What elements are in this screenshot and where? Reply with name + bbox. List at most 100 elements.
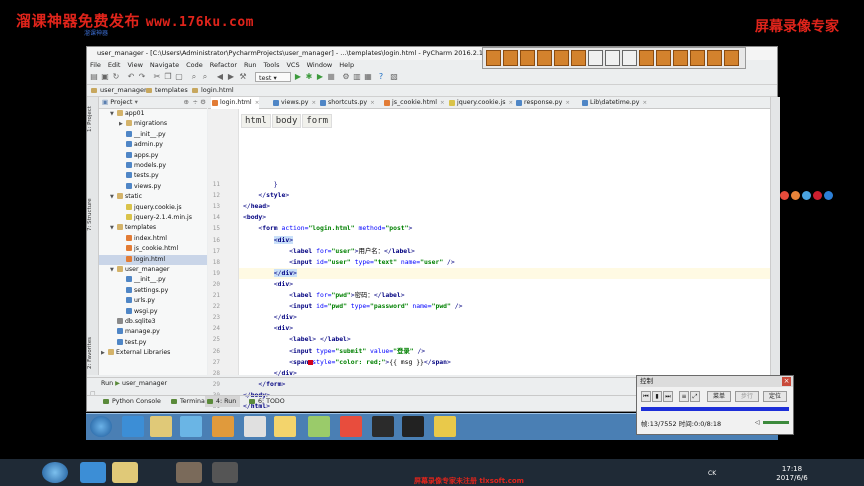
tree-item[interactable]: login.html: [99, 254, 207, 265]
menu-help[interactable]: Help: [339, 61, 354, 69]
chevron-down-icon[interactable]: ▼: [110, 265, 117, 275]
code-line[interactable]: <div>: [243, 323, 293, 334]
code-line[interactable]: </style>: [243, 190, 289, 201]
close-tab-icon[interactable]: ×: [440, 100, 445, 106]
edit-icon[interactable]: [554, 50, 569, 66]
menu-button[interactable]: 菜单: [707, 391, 731, 402]
tool-tab-project[interactable]: 1: Project: [87, 105, 98, 133]
html-path-item[interactable]: form: [302, 114, 333, 128]
host-clock[interactable]: 17:18 2017/6/6: [770, 465, 814, 483]
region-icon[interactable]: [673, 50, 688, 66]
frame-icon[interactable]: [656, 50, 671, 66]
notepad-taskbar-icon[interactable]: [308, 416, 330, 437]
pycharm-taskbar-icon[interactable]: [372, 416, 394, 437]
run-panel-config[interactable]: user_manager: [122, 380, 167, 387]
code-editor[interactable]: 1112131415161718192021222324252627282930…: [208, 109, 833, 410]
code-line[interactable]: <form action="login.html" method="post">: [243, 223, 412, 234]
close-icon[interactable]: ×: [782, 377, 791, 386]
step-button[interactable]: 步行: [735, 391, 759, 402]
tree-item[interactable]: urls.py: [99, 296, 207, 306]
copy-icon[interactable]: ❐: [164, 73, 172, 81]
stop-icon[interactable]: [520, 50, 535, 66]
menu-tools[interactable]: Tools: [263, 61, 279, 69]
tree-item[interactable]: tests.py: [99, 171, 207, 181]
cut-icon[interactable]: ✂: [153, 73, 161, 81]
pause-icon[interactable]: ▮: [652, 391, 662, 402]
help-icon[interactable]: [707, 50, 722, 66]
time-icon[interactable]: [605, 50, 620, 66]
ime-indicator[interactable]: CK: [708, 470, 716, 477]
chevron-right-icon[interactable]: ▶: [101, 348, 108, 358]
target-icon[interactable]: ⊕: [184, 97, 189, 108]
menu-file[interactable]: File: [90, 61, 101, 69]
tree-item[interactable]: ▼ app01: [99, 109, 207, 119]
tree-item[interactable]: apps.py: [99, 151, 207, 161]
volume-icon[interactable]: ◁: [755, 419, 760, 426]
code-line[interactable]: <input id="user" type="text" name="user"…: [243, 257, 455, 268]
save-icon[interactable]: ▣: [101, 73, 109, 81]
breadcrumb-item[interactable]: login.html: [191, 85, 234, 96]
close-tab-icon[interactable]: ×: [255, 100, 260, 106]
tree-item[interactable]: index.html: [99, 234, 207, 244]
editor-tab[interactable]: views.py ×: [272, 97, 316, 108]
menu-edit[interactable]: Edit: [108, 61, 121, 69]
code-line[interactable]: <label> </label>: [243, 334, 351, 345]
code-line[interactable]: <input id="pwd" type="password" name="pw…: [243, 301, 462, 312]
locate-button[interactable]: 定位: [763, 391, 787, 402]
tool-icon[interactable]: ▧: [390, 73, 398, 81]
zoom-icon[interactable]: [622, 50, 637, 66]
code-line[interactable]: }: [243, 179, 278, 190]
chevron-down-icon[interactable]: ▼: [110, 192, 117, 202]
cursor-icon[interactable]: [690, 50, 705, 66]
host-start-button-icon[interactable]: [42, 462, 68, 483]
breadcrumb-item[interactable]: user_manager: [90, 85, 147, 96]
camera-icon[interactable]: [537, 50, 552, 66]
tool-tab-database[interactable]: [771, 163, 782, 187]
editor-tab[interactable]: js_cookie.html ×: [383, 97, 445, 108]
window-icon[interactable]: [639, 50, 654, 66]
editor-tab[interactable]: Lib\datetime.py ×: [581, 97, 647, 108]
tree-item[interactable]: ▼ templates: [99, 223, 207, 233]
tree-item[interactable]: ▼ user_manager: [99, 265, 207, 275]
project-panel-title[interactable]: Project: [110, 98, 132, 106]
explorer-taskbar-icon[interactable]: [150, 416, 172, 437]
replace-icon[interactable]: ⌕: [201, 73, 209, 81]
chevron-down-icon[interactable]: ▼: [110, 223, 117, 233]
firefox-icon[interactable]: [791, 191, 800, 200]
stop-icon[interactable]: ■: [327, 73, 335, 81]
editor-tab[interactable]: jquery.cookie.js ×: [448, 97, 513, 108]
code-line[interactable]: </head>: [243, 201, 270, 212]
gear-icon[interactable]: ⚙: [200, 97, 206, 108]
forward-icon[interactable]: ▶: [227, 73, 235, 81]
find-icon[interactable]: ⌕: [190, 73, 198, 81]
run-config-select[interactable]: test ▾: [255, 72, 291, 82]
app-taskbar-icon[interactable]: [180, 416, 202, 437]
settings-icon[interactable]: [571, 50, 586, 66]
code-line[interactable]: <body>: [243, 212, 266, 223]
tree-item[interactable]: models.py: [99, 161, 207, 171]
record-icon[interactable]: [486, 50, 501, 66]
close-tab-icon[interactable]: ×: [370, 100, 375, 106]
tree-item[interactable]: db.sqlite3: [99, 317, 207, 327]
tree-item[interactable]: jquery-2.1.4.min.js: [99, 213, 207, 223]
close-tab-icon[interactable]: ×: [509, 100, 514, 106]
prev-icon[interactable]: ⏮: [641, 391, 651, 402]
tree-item[interactable]: views.py: [99, 182, 207, 192]
open-icon[interactable]: ▤: [90, 73, 98, 81]
host-explorer-icon[interactable]: [112, 462, 138, 483]
host-ie-icon[interactable]: [80, 462, 106, 483]
close-tab-icon[interactable]: ×: [643, 100, 648, 106]
undo-icon[interactable]: ↶: [127, 73, 135, 81]
recorder-taskbar-icon[interactable]: [274, 416, 296, 437]
back-icon[interactable]: ◀: [216, 73, 224, 81]
tree-item[interactable]: settings.py: [99, 286, 207, 296]
code-line[interactable]: <input type="submit" value="登录" />: [243, 346, 425, 357]
help-icon[interactable]: ?: [377, 73, 385, 81]
opera-icon[interactable]: [813, 191, 822, 200]
host-recorder-icon[interactable]: [212, 462, 238, 483]
bottom-tab[interactable]: Python Console: [101, 396, 165, 407]
code-line[interactable]: <label for="user">用户名：</label>: [243, 246, 415, 257]
list-icon[interactable]: ≡: [679, 391, 689, 402]
tool-tab-favorites[interactable]: 2: Favorites: [87, 335, 98, 371]
tree-item[interactable]: ▼ static: [99, 192, 207, 202]
